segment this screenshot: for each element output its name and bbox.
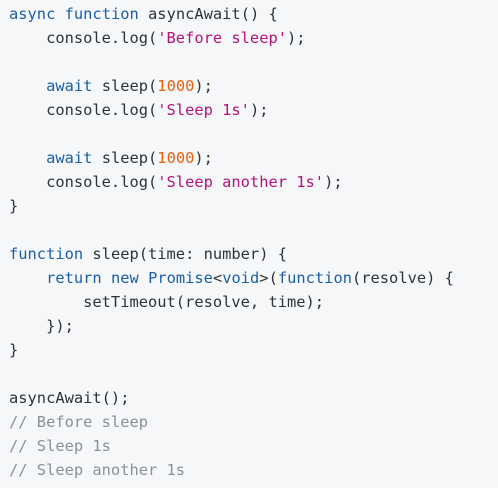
code-token-plain: console.log( <box>9 101 158 119</box>
code-line: console.log('Before sleep'); <box>9 26 498 50</box>
code-token-number: 1000 <box>157 77 195 95</box>
code-token-plain: ); <box>249 101 269 119</box>
code-token-plain: sleep( <box>92 149 158 167</box>
code-token-string: 'Before sleep' <box>157 29 287 47</box>
code-line: console.log('Sleep 1s'); <box>9 98 498 122</box>
code-token-plain: console.log( <box>9 173 158 191</box>
code-line: async function asyncAwait() { <box>9 2 498 26</box>
code-token-keyword: await <box>46 149 93 167</box>
code-line: setTimeout(resolve, time); <box>9 290 498 314</box>
code-token-number: 1000 <box>157 149 195 167</box>
code-block: async function asyncAwait() { console.lo… <box>0 0 498 488</box>
code-line: function sleep(time: number) { <box>9 242 498 266</box>
code-token-plain: setTimeout(resolve, time); <box>9 293 325 311</box>
code-token-keyword: function <box>277 269 352 287</box>
code-token-string: 'Sleep 1s' <box>157 101 250 119</box>
code-token-plain: asyncAwait() { <box>138 5 278 23</box>
code-token-plain: (resolve) { <box>351 269 454 287</box>
code-listing: async function asyncAwait() { console.lo… <box>9 2 498 482</box>
code-token-plain: ); <box>287 29 306 47</box>
code-token-keyword: return <box>46 269 102 287</box>
code-line: // Sleep another 1s <box>9 458 498 482</box>
code-token-plain: ); <box>194 149 213 167</box>
code-token-keyword: async <box>9 5 56 23</box>
code-line: }); <box>9 314 498 338</box>
code-token-plain: ); <box>194 77 213 95</box>
code-token-plain: >( <box>259 269 278 287</box>
code-line: } <box>9 338 498 362</box>
code-token-plain: asyncAwait(); <box>9 389 130 407</box>
code-token-keyword: Promise <box>148 269 213 287</box>
code-line: await sleep(1000); <box>9 74 498 98</box>
code-token-plain: ); <box>324 173 343 191</box>
code-token-plain: console.log( <box>9 29 158 47</box>
code-line: // Sleep 1s <box>9 434 498 458</box>
code-token-keyword: await <box>46 77 93 95</box>
code-line: asyncAwait(); <box>9 386 498 410</box>
code-token-plain: < <box>212 269 223 287</box>
code-token-plain: }); <box>9 317 74 335</box>
code-token-plain: sleep( <box>92 77 158 95</box>
code-line: console.log('Sleep another 1s'); <box>9 170 498 194</box>
code-line: return new Promise<void>(function(resolv… <box>9 266 498 290</box>
code-line: // Before sleep <box>9 410 498 434</box>
code-token-keyword: new <box>110 269 139 287</box>
code-token-plain: } <box>9 341 19 359</box>
code-token-plain: } <box>9 197 19 215</box>
code-token-keyword: void <box>222 269 260 287</box>
code-token-string: 'Sleep another 1s' <box>157 173 325 191</box>
code-token-comment: // Before sleep <box>9 413 148 431</box>
code-line: } <box>9 194 498 218</box>
code-token-comment: // Sleep another 1s <box>9 461 186 479</box>
code-line: await sleep(1000); <box>9 146 498 170</box>
code-token-plain: sleep(time: number) { <box>83 245 287 263</box>
code-token-keyword: function <box>64 5 139 23</box>
code-token-keyword: function <box>9 245 84 263</box>
code-token-comment: // Sleep 1s <box>9 437 111 455</box>
